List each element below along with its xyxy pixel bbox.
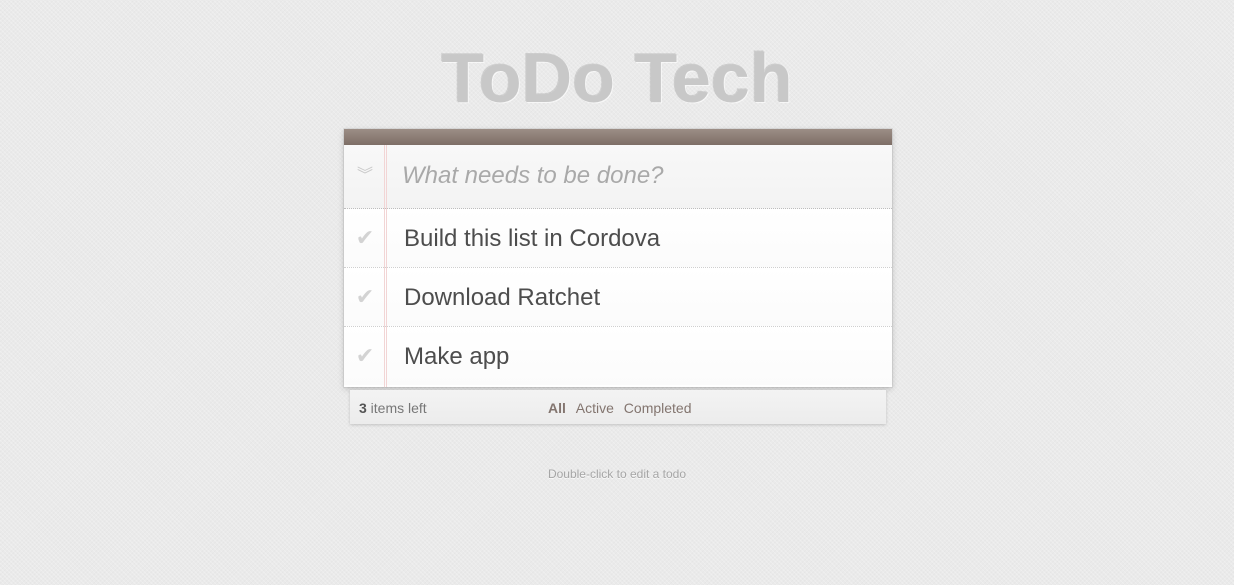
filter-item: All — [548, 400, 566, 416]
checkmark-icon[interactable]: ✔ — [352, 225, 378, 251]
filter-active-link[interactable]: Active — [576, 400, 614, 416]
filter-item: Completed — [624, 400, 692, 416]
items-left-count: 3 — [359, 400, 367, 416]
filter-all-link[interactable]: All — [548, 400, 566, 416]
todo-item[interactable]: ✔ Make app — [344, 327, 892, 385]
card-header-bar — [344, 129, 892, 146]
todo-label[interactable]: Build this list in Cordova — [404, 224, 660, 254]
todo-label[interactable]: Download Ratchet — [404, 283, 600, 313]
filters: All Active Completed — [548, 400, 698, 416]
items-left-suffix: items left — [366, 400, 427, 416]
notebook-margin-line — [384, 145, 387, 387]
todo-item[interactable]: ✔ Build this list in Cordova — [344, 209, 892, 268]
new-todo-input[interactable] — [402, 159, 872, 193]
filter-item: Active — [576, 400, 614, 416]
items-left-counter: 3 items left — [359, 400, 427, 416]
filter-completed-link[interactable]: Completed — [624, 400, 692, 416]
chevron-double-down-icon[interactable]: ︾ — [352, 163, 378, 189]
app-title: ToDo Tech — [441, 39, 793, 117]
todo-item[interactable]: ✔ Download Ratchet — [344, 268, 892, 327]
checkmark-icon[interactable]: ✔ — [352, 284, 378, 310]
todo-footer: 3 items left All Active Completed — [350, 390, 886, 424]
todo-list: ✔ Build this list in Cordova ✔ Download … — [344, 209, 892, 385]
todo-card: ︾ ✔ Build this list in Cordova ✔ Downloa… — [344, 129, 892, 387]
checkmark-icon[interactable]: ✔ — [352, 343, 378, 369]
info-text: Double-click to edit a todo — [547, 467, 687, 481]
new-todo-row: ︾ — [344, 145, 892, 209]
todo-label[interactable]: Make app — [404, 342, 509, 372]
